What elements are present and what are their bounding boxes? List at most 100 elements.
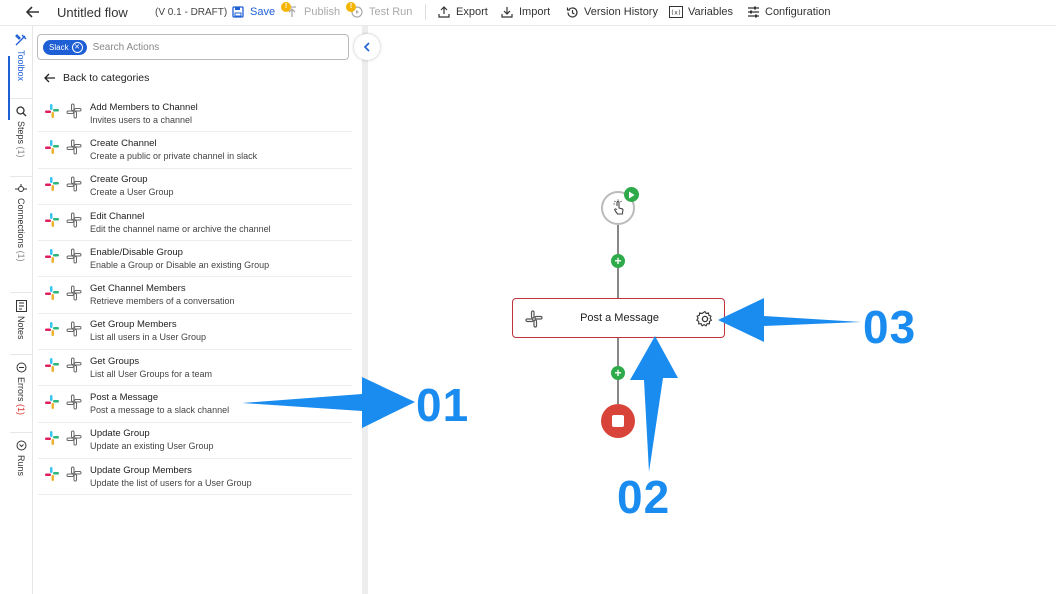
import-label: Import [519,6,551,18]
action-item[interactable]: Update Group Members Update the list of u… [38,459,352,496]
trigger-play-badge[interactable] [624,187,639,202]
slack-icon [44,394,60,415]
action-icons [44,285,90,306]
action-description: Update an existing User Group [90,441,214,452]
slack-outline-icon [66,103,82,124]
action-item[interactable]: Create Channel Create a public or private… [38,132,352,169]
rail-tab-connections[interactable]: Connections (1) [10,184,32,262]
end-flow-node[interactable] [601,404,635,438]
slack-icon [44,430,60,451]
search-input[interactable] [92,41,323,53]
history-icon [565,5,579,19]
action-item[interactable]: Edit Channel Edit the channel name or arc… [38,205,352,242]
slack-icon [44,176,60,197]
rail-tab-toolbox[interactable]: Toolbox [10,34,32,81]
slack-outline-icon [66,285,82,306]
toolbox-panel: Slack ✕ Back to categories Add Members t… [33,26,358,594]
top-toolbar: Untitled flow (V 0.1 - DRAFT) Save ! Pub… [0,0,1056,26]
export-button[interactable]: Export [437,0,488,24]
slack-outline-icon [66,139,82,160]
action-item[interactable]: Get Group Members List all users in a Use… [38,314,352,351]
action-item[interactable]: Post a Message Post a message to a slack … [38,386,352,423]
slack-outline-icon [66,357,82,378]
action-text: Update Group Update an existing User Grou… [90,428,214,452]
configuration-button[interactable]: Configuration [746,0,830,24]
publish-warning-badge: ! [281,2,291,12]
filter-chip-label: Slack [49,42,69,52]
import-button[interactable]: Import [500,0,550,24]
search-box[interactable]: Slack ✕ [37,34,349,60]
version-label: (V 0.1 - DRAFT) [155,6,228,18]
rail-divider [10,292,32,293]
action-item[interactable]: Add Members to Channel Invites users to a… [38,96,352,133]
add-step-button[interactable]: + [611,254,625,268]
action-text: Get Channel Members Retrieve members of a… [90,283,235,307]
arrow-left-icon [44,73,55,83]
rail-tab-steps[interactable]: Steps (1) [10,106,32,158]
action-title: Get Group Members [90,319,177,331]
slack-outline-icon [66,248,82,269]
gear-icon[interactable] [696,310,714,328]
action-text: Enable/Disable Group Enable a Group or Di… [90,247,269,271]
action-description: List all users in a User Group [90,332,207,343]
svg-text:(x): (x) [671,10,682,17]
slack-outline-icon [66,212,82,233]
action-icons [44,139,90,160]
toolbar-divider [425,4,426,20]
action-text: Edit Channel Edit the channel name or arc… [90,211,271,235]
rail-label-notes: Notes [16,316,26,340]
publish-button[interactable]: ! Publish [281,0,341,24]
publish-label: Publish [304,6,341,18]
close-icon[interactable]: ✕ [71,41,83,53]
action-description: Edit the channel name or archive the cha… [90,223,271,234]
flow-title[interactable]: Untitled flow [57,0,128,24]
slack-outline-icon [66,321,82,342]
collapse-panel-button[interactable] [354,34,380,60]
action-icons [44,212,90,233]
action-description: Post a message to a slack channel [90,405,230,416]
callout-02: 02 [617,471,671,523]
filter-chip-slack[interactable]: Slack ✕ [43,39,87,55]
action-title: Add Members to Channel [90,101,198,113]
back-to-categories-link[interactable]: Back to categories [44,72,149,84]
rail-divider [10,98,32,99]
rail-tab-runs[interactable]: Runs [10,440,32,476]
action-icons [44,248,90,269]
version-history-button[interactable]: Version History [565,0,658,24]
test-run-label: Test Run [369,6,413,18]
runs-icon [16,440,26,451]
plug-icon [15,184,27,192]
rail-divider [10,176,32,177]
test-run-button[interactable]: ! Test Run [346,0,413,24]
action-icons [44,466,90,487]
action-icons [44,103,90,124]
action-item[interactable]: Get Channel Members Retrieve members of a… [38,277,352,314]
variables-icon: (x) [669,5,683,19]
rail-tab-notes[interactable]: Notes [10,300,32,340]
rail-tab-errors[interactable]: Errors (1) [10,362,32,415]
slack-icon [44,321,60,342]
variables-button[interactable]: (x) Variables [669,0,733,24]
slack-icon [44,103,60,124]
add-step-button[interactable]: + [611,366,625,380]
rail-label-steps: Steps (1) [16,121,26,158]
action-description: Create a public or private channel in sl… [90,150,258,161]
action-title: Edit Channel [90,210,145,222]
action-item[interactable]: Enable/Disable Group Enable a Group or Di… [38,241,352,278]
action-item[interactable]: Get Groups List all User Groups for a tea… [38,350,352,387]
save-icon [231,5,245,19]
slack-icon [44,139,60,160]
action-title: Enable/Disable Group [90,246,183,258]
tools-icon [15,34,27,46]
action-icons [44,176,90,197]
action-description: List all User Groups for a team [90,368,213,379]
back-to-categories-label: Back to categories [63,72,150,84]
back-arrow-icon[interactable] [26,0,40,24]
action-item[interactable]: Update Group Update an existing User Grou… [38,423,352,459]
save-button[interactable]: Save [231,0,275,24]
hand-pointer-icon [613,199,624,215]
post-a-message-node[interactable]: Post a Message [512,298,725,338]
action-icons [44,394,90,415]
rail-label-runs: Runs [16,455,26,477]
action-item[interactable]: Create Group Create a User Group [38,169,352,205]
